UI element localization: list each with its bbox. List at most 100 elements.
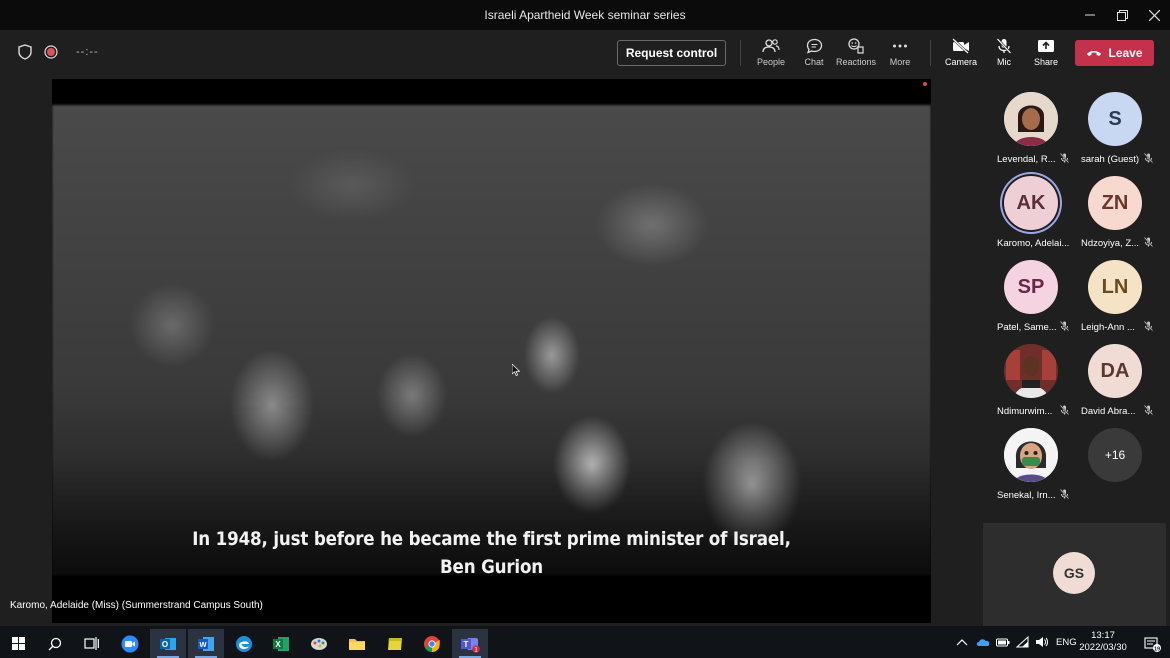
- participant-avatar: S: [1088, 92, 1142, 146]
- taskbar-search-button[interactable]: [37, 629, 73, 658]
- start-button[interactable]: [0, 629, 36, 658]
- participant-name: Ndimurwim...: [997, 406, 1053, 417]
- input-language[interactable]: ENG: [1056, 637, 1077, 648]
- mic-muted-icon: [1144, 405, 1153, 415]
- self-avatar: GS: [1053, 552, 1095, 594]
- recording-icon: [44, 45, 58, 59]
- shared-video[interactable]: In 1948, just before he became the first…: [52, 79, 931, 623]
- reactions-icon: [848, 38, 864, 54]
- svg-text:O: O: [162, 640, 168, 649]
- people-button[interactable]: People: [749, 38, 793, 72]
- onedrive-icon[interactable]: [976, 638, 990, 647]
- participant-avatar: LN: [1088, 260, 1142, 314]
- taskbar-chrome[interactable]: [414, 629, 450, 658]
- shield-icon[interactable]: [18, 44, 32, 60]
- mic-muted-icon: [1144, 153, 1153, 163]
- participant-name: sarah (Guest): [1081, 154, 1140, 165]
- participant-tile[interactable]: Levendal, R...: [990, 92, 1070, 170]
- participant-tile[interactable]: SP Patel, Same...: [990, 260, 1070, 338]
- chat-button[interactable]: Chat: [792, 38, 836, 72]
- participant-tile[interactable]: S sarah (Guest): [1074, 92, 1154, 170]
- battery-icon[interactable]: [996, 638, 1010, 647]
- clock-time: 13:17: [1091, 630, 1115, 641]
- leave-label: Leave: [1108, 46, 1143, 60]
- close-icon: [1148, 9, 1160, 21]
- cartoon-avatar-icon: [1004, 428, 1058, 482]
- participant-name: Levendal, R...: [997, 154, 1056, 165]
- window-controls: [1074, 0, 1170, 30]
- share-button[interactable]: Share: [1024, 38, 1068, 72]
- taskbar-teams[interactable]: T1: [452, 629, 488, 658]
- participant-photo: [1004, 344, 1058, 398]
- taskbar-zoom[interactable]: [112, 629, 148, 658]
- participant-tile[interactable]: Ndimurwim...: [990, 344, 1070, 422]
- minimize-button[interactable]: [1074, 0, 1106, 30]
- taskbar-app-palette[interactable]: [301, 629, 337, 658]
- participant-tile[interactable]: Senekal, Irn...: [990, 428, 1070, 506]
- notification-center-button[interactable]: 19: [1134, 629, 1170, 658]
- clock-date: 2022/03/30: [1079, 642, 1127, 653]
- subtitle-line-1: In 1948, just before he became the first…: [192, 528, 791, 550]
- participant-avatar: SP: [1004, 260, 1058, 314]
- participant-photo: [1004, 92, 1058, 146]
- meeting-timer: --:--: [76, 46, 99, 58]
- participant-tile-active[interactable]: AK Karomo, Adelai...: [990, 176, 1070, 254]
- participant-name: David Abra...: [1081, 406, 1136, 417]
- reactions-button[interactable]: Reactions: [834, 38, 878, 72]
- system-tray: ENG: [956, 626, 1077, 658]
- chevron-up-icon[interactable]: [956, 638, 968, 646]
- meeting-toolbar: --:-- Request control People Chat Reacti…: [0, 30, 1170, 76]
- camera-button[interactable]: Camera: [939, 38, 983, 72]
- restore-icon: [1116, 9, 1128, 21]
- mic-muted-icon: [1144, 321, 1153, 331]
- taskbar-excel[interactable]: X: [263, 629, 299, 658]
- mic-muted-icon: [1060, 153, 1069, 163]
- participant-tile[interactable]: LN Leigh-Ann ...: [1074, 260, 1154, 338]
- search-icon: [48, 637, 62, 650]
- excel-app-icon: X: [273, 636, 289, 651]
- taskbar-word[interactable]: W: [188, 629, 224, 658]
- task-view-button[interactable]: [73, 629, 109, 658]
- participant-avatar: DA: [1088, 344, 1142, 398]
- more-button[interactable]: More: [878, 38, 922, 72]
- participant-tile[interactable]: ZN Ndzoyiya, Z...: [1074, 176, 1154, 254]
- self-video-tile[interactable]: GS: [983, 523, 1166, 626]
- network-icon[interactable]: [1016, 636, 1029, 648]
- participant-tile[interactable]: DA David Abra...: [1074, 344, 1154, 422]
- mic-button[interactable]: Mic: [982, 38, 1026, 72]
- taskbar-outlook[interactable]: O: [150, 629, 186, 658]
- title-bar: Israeli Apartheid Week seminar series: [0, 0, 1170, 30]
- volume-icon[interactable]: [1035, 636, 1048, 648]
- taskbar-clock[interactable]: 13:17 2022/03/30: [1078, 630, 1128, 654]
- more-icon: [893, 44, 907, 48]
- notification-count: 19: [1154, 646, 1160, 652]
- restore-button[interactable]: [1106, 0, 1138, 30]
- close-button[interactable]: [1138, 0, 1170, 30]
- overflow-count: +16: [1088, 428, 1142, 482]
- presenter-name-label: Karomo, Adelaide (Miss) (Summerstrand Ca…: [10, 600, 263, 611]
- notification-icon: 19: [1144, 636, 1161, 652]
- mic-off-icon: [996, 38, 1012, 54]
- edge-app-icon: [236, 635, 252, 652]
- chrome-app-icon: [424, 635, 440, 652]
- meeting-status: --:--: [18, 44, 99, 60]
- more-participants-tile[interactable]: +16: [1074, 428, 1154, 506]
- taskbar-sticky-notes[interactable]: [377, 629, 413, 658]
- video-subtitle: In 1948, just before he became the first…: [105, 525, 879, 581]
- teams-meeting-window: Israeli Apartheid Week seminar series --…: [0, 0, 1170, 658]
- taskbar-file-explorer[interactable]: [339, 629, 375, 658]
- share-label: Share: [1033, 57, 1059, 67]
- participant-avatar: ZN: [1088, 176, 1142, 230]
- meeting-stage: In 1948, just before he became the first…: [0, 76, 945, 626]
- chat-icon: [806, 38, 822, 54]
- leave-button[interactable]: Leave: [1075, 40, 1154, 66]
- live-indicator: [923, 82, 927, 86]
- taskbar-edge[interactable]: [226, 629, 262, 658]
- participant-name: Patel, Same...: [997, 322, 1057, 333]
- participant-name: Ndzoyiya, Z...: [1081, 238, 1140, 249]
- svg-text:W: W: [199, 640, 207, 649]
- toolbar-divider: [740, 40, 741, 66]
- chat-label: Chat: [804, 57, 824, 67]
- camera-label: Camera: [944, 57, 977, 67]
- request-control-button[interactable]: Request control: [617, 40, 726, 66]
